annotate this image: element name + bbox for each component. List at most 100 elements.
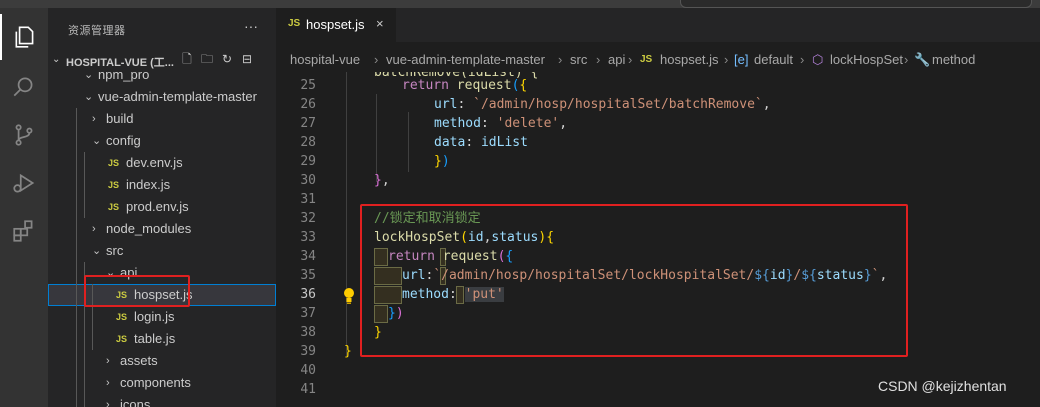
line-number: 26 (300, 97, 316, 112)
tree-item-label: assets (120, 353, 158, 368)
chevron-right-icon: › (92, 113, 96, 125)
line-number: 29 (300, 154, 316, 169)
line-number: 30 (300, 173, 316, 188)
code-token: method (434, 116, 481, 131)
folder-tree-item[interactable]: › build (48, 108, 276, 130)
explorer-title: 资源管理器 (68, 25, 126, 37)
breadcrumb-item[interactable]: default (754, 52, 793, 67)
explorer-sidebar: 资源管理器 ··· ⌄ HOSPITAL-VUE (工... 🗋 🗀 ↻ ⊟ ⌄… (48, 8, 276, 407)
line-number: 35 (300, 268, 316, 283)
tree-item-label: index.js (126, 177, 171, 192)
js-file-icon: JS (116, 334, 128, 344)
editor-area: JS hospset.js × hospital-vue › vue-admin… (276, 8, 1040, 407)
file-tree-item[interactable]: JS prod.env.js (48, 196, 276, 218)
tab-bar: JS hospset.js × (276, 8, 1040, 42)
highlight-annotation-box (360, 204, 908, 357)
chevron-right-icon: › (106, 399, 110, 407)
tree-item-label: prod.env.js (126, 199, 189, 214)
chevron-down-icon: ⌄ (92, 135, 102, 147)
indent-guide (84, 306, 85, 328)
tree-item-label: vue-admin-template-master (98, 89, 257, 104)
tab-hospset[interactable]: JS hospset.js × (276, 8, 396, 42)
code-token: return (402, 78, 449, 93)
tree-item-label: icons (120, 397, 151, 407)
extensions-icon[interactable] (0, 208, 48, 254)
folder-tree-item[interactable]: ⌄ npm_pro (48, 64, 276, 86)
line-number: 28 (300, 135, 316, 150)
menu-bar (0, 0, 1040, 8)
indent-guide (76, 130, 77, 152)
method-cube-icon: ⬡ (812, 52, 824, 67)
run-debug-icon[interactable] (0, 160, 48, 206)
indent-guide (408, 112, 409, 172)
line-number: 37 (300, 306, 316, 321)
code-token: `/admin/hosp/hospitalSet/batchRemove` (473, 97, 763, 112)
folder-tree-item[interactable]: ⌄ config (48, 130, 276, 152)
source-control-icon[interactable] (0, 112, 48, 158)
indent-guide (76, 108, 77, 130)
file-tree-item[interactable]: JS login.js (48, 306, 276, 328)
chevron-right-icon: › (106, 355, 110, 367)
file-tree-item[interactable]: JS dev.env.js (48, 152, 276, 174)
search-icon[interactable] (0, 64, 48, 110)
indent-guide (76, 262, 77, 284)
breadcrumb-item[interactable]: hospital-vue (290, 52, 360, 67)
file-tree-item[interactable]: JS index.js (48, 174, 276, 196)
indent-guide (376, 94, 377, 182)
js-file-icon: JS (108, 158, 120, 168)
breadcrumb-item[interactable]: hospset.js (660, 52, 719, 67)
code-token: url (434, 97, 458, 112)
indent-guide (76, 284, 77, 306)
tree-item-label: components (120, 375, 191, 390)
indent-guide (76, 306, 77, 328)
tree-item-label: table.js (134, 331, 176, 346)
folder-tree-item[interactable]: › icons (48, 394, 276, 407)
watermark: CSDN @kejizhentan (878, 378, 1007, 394)
chevron-right-icon: › (596, 52, 601, 67)
folder-tree-item[interactable]: › components (48, 372, 276, 394)
indent-guide (76, 394, 77, 407)
tree-item-label: config (106, 133, 141, 148)
lightbulb-icon[interactable] (342, 287, 356, 305)
indent-guide (84, 328, 85, 350)
chevron-right-icon: › (800, 52, 805, 67)
folder-tree-item[interactable]: ⌄ vue-admin-template-master (48, 86, 276, 108)
tab-label: hospset.js (306, 17, 365, 32)
line-number: 32 (300, 211, 316, 226)
folder-tree-item[interactable]: ⌄ src (48, 240, 276, 262)
code-token: 'delete' (496, 116, 560, 131)
tree-item-label: src (106, 243, 124, 258)
indent-guide (92, 306, 93, 328)
breadcrumb-item[interactable]: lockHospSet (830, 52, 903, 67)
command-center-search[interactable] (680, 0, 1032, 8)
line-number: 41 (300, 382, 316, 397)
activity-bar (0, 8, 48, 407)
breadcrumb-item[interactable]: src (570, 52, 587, 67)
indent-guide (76, 174, 77, 196)
breadcrumb-item[interactable]: api (608, 52, 625, 67)
breadcrumb-item[interactable]: method (932, 52, 975, 67)
wrench-icon: 🔧 (914, 52, 931, 67)
indent-guide (76, 240, 77, 262)
breadcrumb-item[interactable]: vue-admin-template-master (386, 52, 545, 67)
chevron-right-icon: › (904, 52, 909, 67)
tree-item-label: dev.env.js (126, 155, 183, 170)
line-number: 33 (300, 230, 316, 245)
js-file-icon: JS (108, 202, 120, 212)
more-actions-button[interactable]: ··· (244, 18, 258, 34)
line-number: 31 (300, 192, 316, 207)
close-icon[interactable]: × (376, 16, 384, 31)
code-token: request (456, 78, 512, 93)
folder-tree-item[interactable]: › assets (48, 350, 276, 372)
chevron-down-icon: ⌄ (84, 91, 94, 103)
js-file-icon: JS (116, 312, 128, 322)
js-file-icon: JS (640, 54, 653, 65)
indent-guide (76, 350, 77, 372)
indent-guide (84, 372, 85, 394)
explorer-icon[interactable] (0, 14, 48, 60)
folder-tree-item[interactable]: › node_modules (48, 218, 276, 240)
file-tree-item[interactable]: JS table.js (48, 328, 276, 350)
indent-guide (84, 174, 85, 196)
line-number: 38 (300, 325, 316, 340)
line-number: 34 (300, 249, 316, 264)
